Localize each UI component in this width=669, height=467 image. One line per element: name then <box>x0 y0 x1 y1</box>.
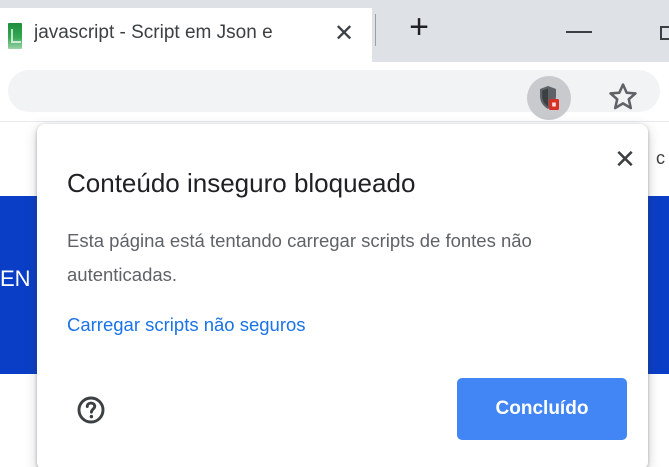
browser-window: javascript - Script em Json e ✕ + EN c ✕… <box>0 0 669 467</box>
star-icon <box>609 83 637 110</box>
insecure-content-blocked-button[interactable] <box>527 76 571 120</box>
dialog-title: Conteúdo inseguro bloqueado <box>67 168 416 198</box>
insecure-content-dialog: ✕ Conteúdo inseguro bloqueado Esta págin… <box>37 124 648 467</box>
close-icon[interactable]: ✕ <box>610 144 640 174</box>
maximize-icon[interactable] <box>660 26 669 40</box>
toolbar <box>0 62 669 122</box>
tab-strip: javascript - Script em Json e ✕ + <box>0 0 669 62</box>
dialog-message: Esta página está tentando carregar scrip… <box>67 230 532 285</box>
bookmark-star-button[interactable] <box>606 80 640 114</box>
tab-divider <box>375 14 376 46</box>
active-tab[interactable]: javascript - Script em Json e ✕ <box>0 8 372 62</box>
load-unsafe-scripts-link[interactable]: Carregar scripts não seguros <box>67 314 306 336</box>
tab-title: javascript - Script em Json e <box>34 22 273 43</box>
new-tab-button[interactable]: + <box>400 8 438 46</box>
sheets-favicon-icon <box>8 23 22 49</box>
minimize-icon[interactable] <box>566 31 592 33</box>
help-circle-icon <box>77 396 105 424</box>
tab-close-icon[interactable]: ✕ <box>330 20 358 48</box>
help-button[interactable] <box>75 394 107 426</box>
page-partial-text-left: EN <box>0 266 31 291</box>
done-button[interactable]: Concluído <box>457 378 627 440</box>
page-partial-text-right: c <box>656 148 665 168</box>
shield-blocked-icon <box>540 86 559 110</box>
